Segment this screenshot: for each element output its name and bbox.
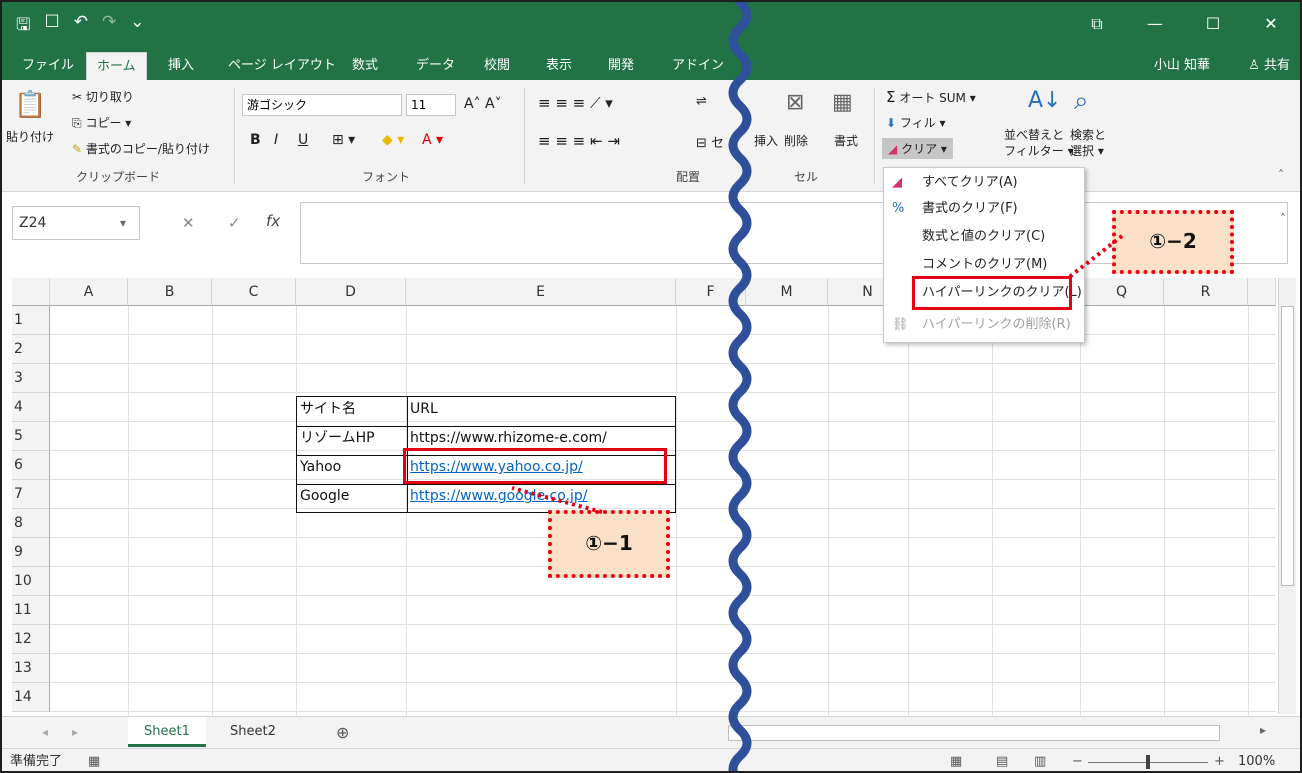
connector-line-1: [511, 486, 603, 514]
break-wave-line: [728, 2, 752, 771]
connector-line-2: [1066, 234, 1124, 280]
excel-window: 🖫 ☐ ↶ ↷ ⌄ ⧉ — ☐ ✕ ファイル ホーム 挿入 ページ レイアウト …: [0, 0, 1302, 773]
annotation-overlay: [511, 2, 1124, 771]
